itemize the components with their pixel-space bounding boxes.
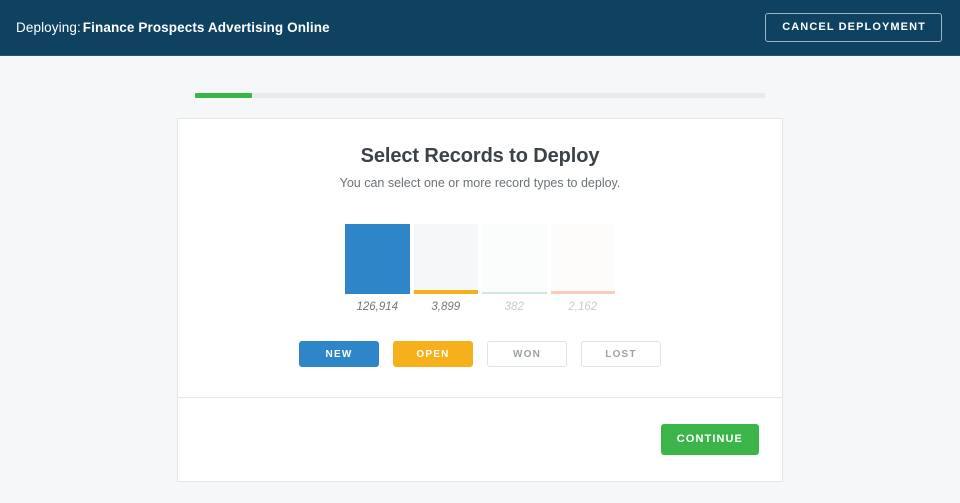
bar-track	[550, 224, 615, 294]
chart-value-labels: 126,914 3,899 382 2,162	[345, 301, 615, 313]
bar-track	[413, 224, 478, 294]
deploying-label: Deploying:	[16, 20, 81, 35]
chart-label-open: 3,899	[431, 301, 461, 313]
record-type-toggle-new[interactable]: NEW	[299, 341, 379, 367]
record-type-toggle-lost[interactable]: LOST	[581, 341, 661, 367]
progress-fill	[195, 93, 252, 98]
card-body: Select Records to Deploy You can select …	[178, 119, 782, 397]
record-counts-chart: 126,914 3,899 382 2,162	[345, 224, 615, 313]
project-name: Finance Prospects Advertising Online	[82, 20, 330, 35]
deployment-progress-bar	[195, 93, 765, 98]
bar-fill	[345, 224, 410, 294]
app-header: Deploying: Finance Prospects Advertising …	[0, 0, 960, 56]
card-footer: CONTINUE	[178, 397, 782, 481]
chart-label-won: 382	[504, 301, 524, 313]
record-type-toggle-won[interactable]: WON	[487, 341, 567, 367]
cancel-deployment-button[interactable]: CANCEL DEPLOYMENT	[765, 13, 942, 42]
record-type-toggle-open[interactable]: OPEN	[393, 341, 473, 367]
chart-bar-new	[345, 224, 410, 294]
page-title: Select Records to Deploy	[360, 145, 600, 167]
record-type-toggle-group: NEW OPEN WON LOST	[202, 341, 758, 367]
continue-button[interactable]: CONTINUE	[660, 424, 759, 455]
bar-track	[482, 224, 547, 294]
page-subtitle: You can select one or more record types …	[339, 176, 621, 190]
chart-columns	[345, 224, 615, 294]
deployment-title: Deploying: Finance Prospects Advertising …	[16, 20, 330, 35]
select-records-card: Select Records to Deploy You can select …	[177, 118, 783, 482]
bar-value-strip	[482, 292, 547, 294]
chart-label-lost: 2,162	[568, 301, 598, 313]
bar-value-strip	[413, 290, 478, 294]
chart-label-new: 126,914	[356, 301, 399, 313]
chart-bar-won	[482, 224, 547, 294]
bar-value-strip	[550, 291, 615, 294]
chart-bar-open	[413, 224, 478, 294]
chart-bar-lost	[550, 224, 615, 294]
